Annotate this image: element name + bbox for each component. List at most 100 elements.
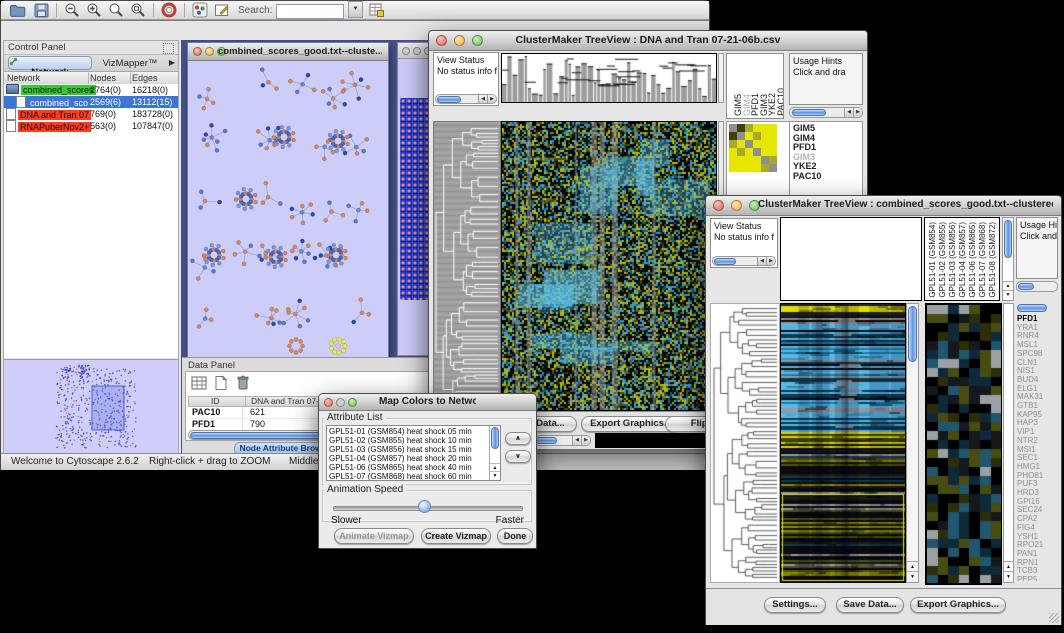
gene-label[interactable]: PEP5 [1017,576,1059,581]
attribute-list-item[interactable]: GPL51-06 (GSM865) heat shock 40 min [327,463,488,472]
export-graphics-button[interactable]: Export Graphics... [910,597,1006,613]
column-label[interactable]: GPL51-08 (GSM872) [988,222,997,298]
search-dropdown-icon[interactable]: ▼ [348,1,363,18]
scroll-left-icon[interactable]: ◀ [844,108,853,117]
hscroll-thumb[interactable] [792,109,826,116]
birdseye-view[interactable] [4,359,178,453]
heatmap-vscrollbar[interactable]: ▲ ▼ [906,303,919,583]
attribute-list-item[interactable]: GPL51-02 (GSM855) heat shock 10 min [327,436,488,445]
vscroll-thumb[interactable] [908,306,917,362]
save-data-button[interactable]: Save Data... [836,597,904,613]
scroll-right-icon[interactable]: ▶ [766,257,775,265]
scroll-right-icon[interactable]: ▶ [487,95,496,103]
scroll-left-icon[interactable]: ◀ [757,257,766,265]
minimize-icon[interactable] [205,47,214,56]
close-icon[interactable] [324,398,333,407]
scroll-down-icon[interactable]: ▼ [1004,571,1013,582]
zoom-heatmap[interactable] [925,303,1002,585]
column-label[interactable]: GPL51-01 (GSM854) [928,222,937,298]
scroll-down-icon[interactable]: ▼ [1003,290,1013,300]
row-dendrogram[interactable] [710,303,780,583]
network-tree-row[interactable]: combined_scores2764(0)16218(0) [4,84,178,96]
gene-label[interactable]: PAC10 [793,172,861,182]
view-status-scrollbar[interactable]: ◀ ▶ [435,94,497,104]
hscroll-thumb[interactable] [437,96,461,103]
birdseye-thumbnail[interactable] [4,360,178,453]
column-dendrogram-area[interactable] [780,217,922,301]
column-label[interactable]: GPL51-02 (GSM855) [938,222,947,298]
close-icon[interactable] [436,35,447,46]
scroll-down-icon[interactable]: ▼ [907,571,918,582]
treeview-dna-titlebar[interactable]: ClusterMaker TreeView : DNA and Tran 07-… [429,31,867,51]
usage-hints-scrollbar[interactable] [1016,281,1058,292]
usage-hints-scrollbar[interactable]: ◀ ▶ [789,107,863,118]
column-label[interactable]: GPL51-06 (GSM865) [968,222,977,298]
scroll-left-icon[interactable]: ◀ [478,95,487,103]
minimize-icon[interactable] [413,47,421,55]
dialog-titlebar[interactable]: Map Colors to Network [319,394,536,411]
vizmapper-icon[interactable] [192,2,208,18]
network-view-titlebar[interactable]: combined_scores_good.txt--cluste... [188,43,388,61]
attribute-list-item[interactable]: GPL51-03 (GSM856) heat shock 15 min [327,445,488,454]
network-graph-canvas[interactable] [188,61,386,358]
scroll-down-icon[interactable]: ▼ [490,471,500,480]
row-dendrogram[interactable] [433,121,501,411]
tab-network[interactable]: Network [8,56,92,70]
settings-button[interactable]: Settings... [764,597,826,613]
birdseye-viewport-rect[interactable] [92,386,124,430]
done-button[interactable]: Done [497,528,533,544]
hscroll-thumb[interactable] [1018,283,1034,290]
delete-attribute-icon[interactable] [236,374,250,391]
speed-slider-thumb[interactable] [418,500,431,513]
view-status-scrollbar[interactable]: ◀ ▶ [712,256,776,266]
zoom-actual-icon[interactable] [108,2,124,18]
animate-vizmap-button[interactable]: Animate Vizmap [334,528,414,544]
create-vizmap-button[interactable]: Create Vizmap [421,528,491,544]
column-label[interactable]: GPL51-04 (GSM857) [958,222,967,298]
minimize-icon[interactable] [731,200,742,211]
zoom-fit-icon[interactable] [130,2,146,18]
help-lifering-icon[interactable] [161,2,177,18]
column-label[interactable]: GPL51-03 (GSM856) [948,222,957,298]
main-heatmap[interactable] [501,121,717,411]
save-session-icon[interactable] [34,3,49,18]
float-panel-icon[interactable] [163,43,174,54]
hscroll-thumb[interactable] [714,258,736,265]
vscroll-thumb[interactable] [1004,220,1012,258]
tab-vizmapper[interactable]: VizMapper™ [96,57,164,70]
column-label[interactable]: PAC10 [776,88,785,116]
resize-grip-icon[interactable] [1049,613,1059,623]
open-session-icon[interactable] [9,3,26,18]
close-icon[interactable] [402,47,410,55]
attribute-list-item[interactable]: GPL51-07 (GSM868) heat shock 60 min [327,472,488,481]
column-label[interactable]: GPL51-07 (GSM868) [978,222,987,298]
network-tree-row[interactable]: RNAPuberNov2+563(0)107847(0) [4,120,178,132]
tab-overflow-icon[interactable]: ▶ [169,58,175,67]
maximize-icon[interactable] [348,398,357,407]
gene-label-list[interactable]: PFD1YRA1RNR4MSL1SPC98CLN1NIS1BUD4ELG1MAK… [1017,315,1059,581]
minimize-icon[interactable] [454,35,465,46]
zoom-out-icon[interactable] [64,2,80,18]
scroll-right-icon[interactable]: ▶ [581,436,590,445]
search-input[interactable] [276,4,344,19]
vscroll-thumb[interactable] [491,427,499,449]
close-icon[interactable] [193,47,202,56]
network-tree-row[interactable]: combined_sco2569(6)13112(15) [4,96,178,108]
attribute-browser-icon[interactable] [369,2,385,18]
move-down-button[interactable]: ∨ [505,450,531,463]
treeview-combined-titlebar[interactable]: ClusterMaker TreeView : combined_scores_… [706,196,1061,216]
column-labels-scrollbar[interactable]: ▲ ▼ [1002,217,1014,301]
column-dendrogram[interactable] [501,53,717,103]
list-vscrollbar[interactable]: ▲ ▼ [489,426,500,480]
zoom-in-icon[interactable] [86,2,102,18]
gene-list-hscroll-thumb[interactable] [1017,304,1047,312]
scroll-left-icon[interactable]: ◀ [572,436,581,445]
move-up-button[interactable]: ∧ [505,432,531,445]
attribute-list-item[interactable]: GPL51-01 (GSM854) heat shock 05 min [327,427,488,436]
close-icon[interactable] [713,200,724,211]
network-tree-row[interactable]: DNA and Tran 07769(0)183728(0) [4,108,178,120]
attribute-list-item[interactable]: GPL51-04 (GSM857) heat shock 20 min [327,454,488,463]
annotation-icon[interactable] [214,2,230,18]
new-attribute-icon[interactable] [214,375,228,391]
main-heatmap[interactable] [780,303,906,583]
